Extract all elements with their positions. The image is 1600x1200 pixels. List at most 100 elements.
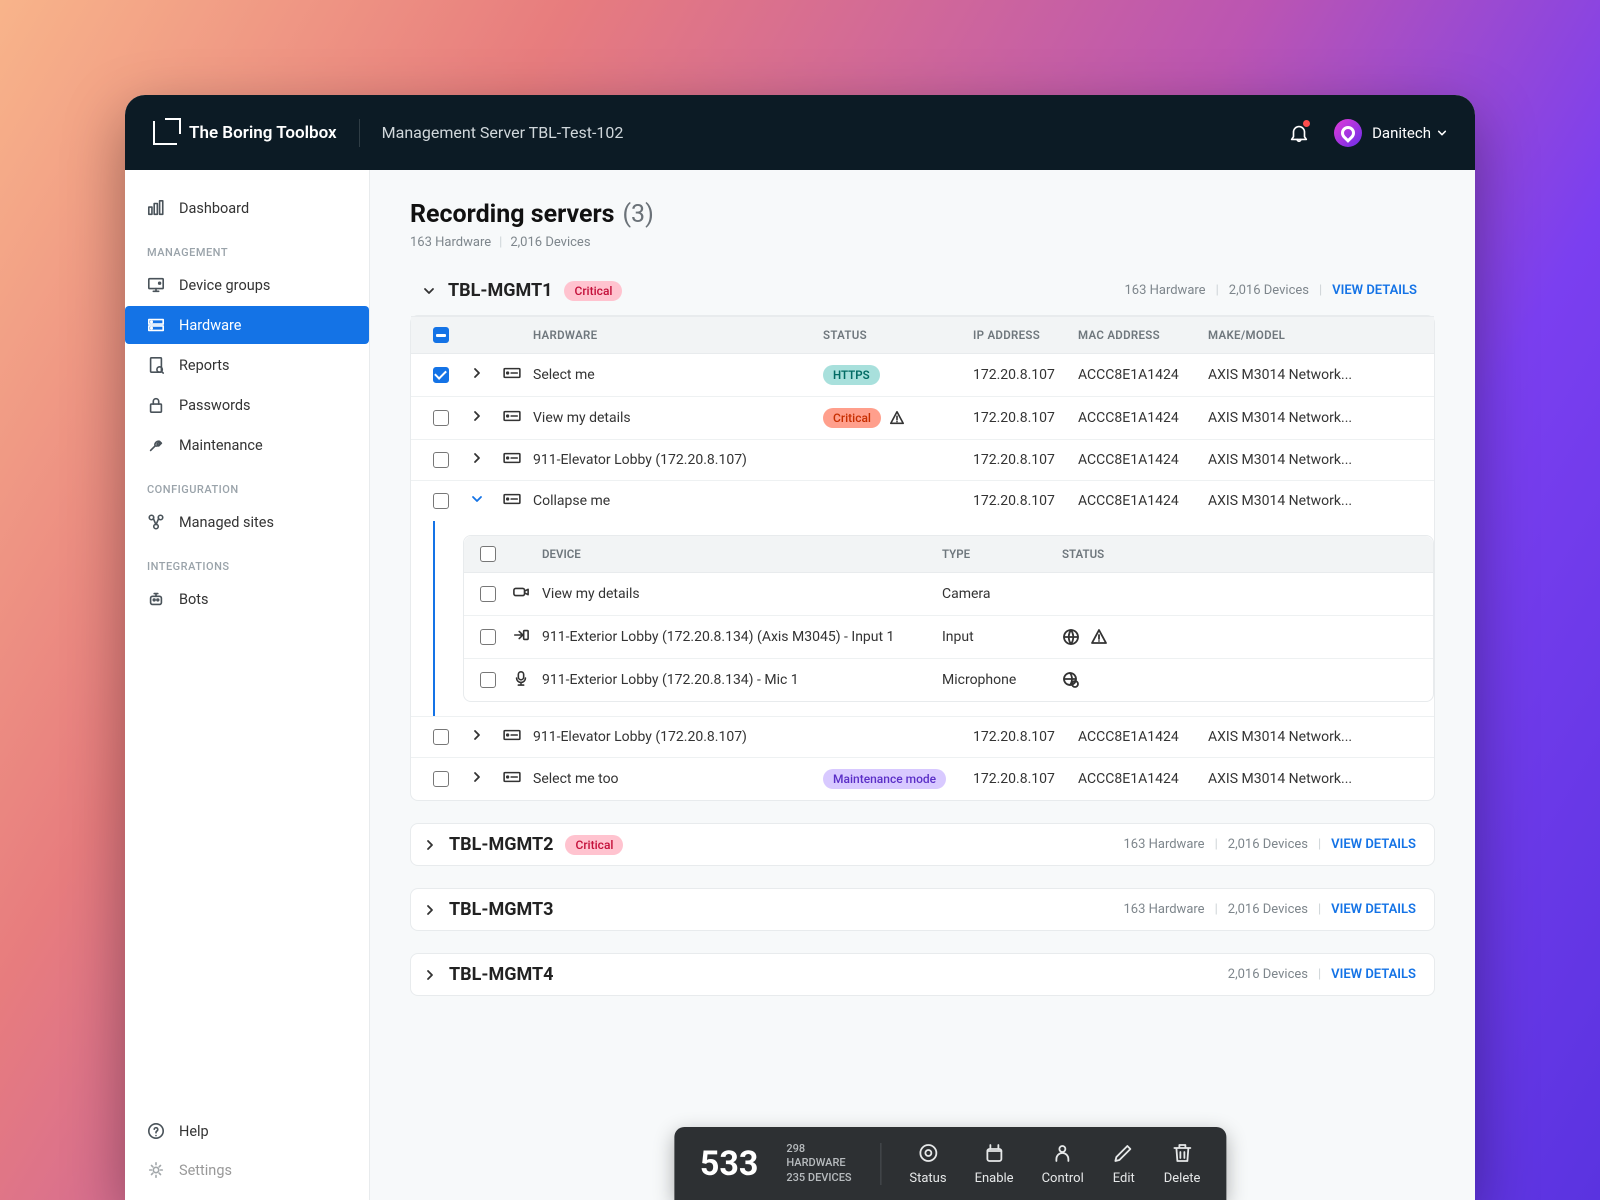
sidebar-item-device-groups[interactable]: Device groups — [125, 266, 369, 304]
view-details-link[interactable]: VIEW DETAILS — [1332, 283, 1417, 298]
gear-icon — [147, 1161, 165, 1179]
user-name[interactable]: Danitech — [1372, 124, 1431, 142]
hw-name: Select me — [533, 367, 823, 383]
hw-name: Select me too — [533, 771, 823, 787]
row-checkbox[interactable] — [433, 452, 449, 468]
row-checkbox[interactable] — [433, 729, 449, 745]
sidebar-item-hardware[interactable]: Hardware — [125, 306, 369, 344]
sub-table-row[interactable]: 911-Exterior Lobby (172.20.8.134) (Axis … — [464, 616, 1433, 659]
chevron-down-icon[interactable] — [1437, 128, 1447, 138]
table-row[interactable]: View my details Critical 172.20.8.107 AC… — [411, 397, 1434, 440]
delete-button[interactable]: Delete — [1164, 1141, 1201, 1186]
col-type: TYPE — [942, 547, 1062, 561]
hw-name: Collapse me — [533, 493, 823, 509]
view-details-link[interactable]: VIEW DETAILS — [1331, 967, 1416, 982]
mac: ACCC8E1A1424 — [1078, 367, 1208, 383]
chevron-right-icon[interactable] — [423, 838, 437, 852]
input-icon — [512, 627, 530, 643]
server-header[interactable]: TBL-MGMT2 Critical 163 Hardware| 2,016 D… — [411, 824, 1434, 865]
row-checkbox[interactable] — [433, 367, 449, 383]
sidebar-item-reports[interactable]: Reports — [125, 346, 369, 384]
table-row[interactable]: 911-Elevator Lobby (172.20.8.107) 172.20… — [411, 440, 1434, 481]
table-row[interactable]: Select me too Maintenance mode 172.20.8.… — [411, 758, 1434, 800]
server-header: TBL-MGMT1 Critical 163 Hardware| 2,016 D… — [410, 280, 1435, 315]
notification-dot-icon — [1303, 120, 1310, 127]
btn-label: Control — [1042, 1171, 1084, 1186]
server-dev: 2,016 Devices — [1228, 967, 1308, 982]
server-card: HARDWARE STATUS IP ADDRESS MAC ADDRESS M… — [410, 315, 1435, 801]
row-checkbox[interactable] — [480, 672, 496, 688]
row-checkbox[interactable] — [480, 629, 496, 645]
drive-icon — [503, 492, 521, 506]
row-checkbox[interactable] — [433, 493, 449, 509]
sidebar-item-passwords[interactable]: Passwords — [125, 386, 369, 424]
chevron-down-icon[interactable] — [422, 284, 436, 298]
sidebar-label: Bots — [179, 591, 209, 608]
btn-label: Delete — [1164, 1171, 1201, 1186]
col-status: STATUS — [823, 328, 973, 342]
chevron-right-icon[interactable] — [423, 903, 437, 917]
server-dev: 2,016 Devices — [1228, 837, 1308, 852]
chevron-right-icon[interactable] — [471, 410, 483, 422]
sidebar-item-dashboard[interactable]: Dashboard — [125, 189, 369, 227]
sidebar-item-managed-sites[interactable]: Managed sites — [125, 503, 369, 541]
sub-table-row[interactable]: 911-Exterior Lobby (172.20.8.134) - Mic … — [464, 659, 1433, 701]
help-icon — [147, 1122, 165, 1140]
app-header: The Boring Toolbox Management Server TBL… — [125, 95, 1475, 170]
server-hw: 163 Hardware — [1123, 902, 1204, 917]
ip: 172.20.8.107 — [973, 367, 1078, 383]
logo-icon — [153, 121, 177, 145]
sidebar-item-bots[interactable]: Bots — [125, 580, 369, 618]
row-checkbox[interactable] — [433, 771, 449, 787]
sub-select-all-checkbox[interactable] — [480, 546, 496, 562]
globe-icon — [1062, 628, 1080, 646]
server-name: TBL-MGMT1 — [448, 280, 552, 301]
table-row[interactable]: Collapse me 172.20.8.107 ACCC8E1A1424 AX… — [411, 481, 1434, 521]
sidebar-item-settings[interactable]: Settings — [125, 1151, 369, 1189]
sidebar: Dashboard MANAGEMENT Device groups Hardw… — [125, 170, 370, 1200]
status-badge: Critical — [564, 281, 622, 301]
chevron-right-icon[interactable] — [471, 367, 483, 379]
row-checkbox[interactable] — [480, 586, 496, 602]
sidebar-label: Maintenance — [179, 437, 263, 454]
status-button[interactable]: Status — [909, 1141, 946, 1186]
select-all-checkbox[interactable] — [433, 327, 449, 343]
server-header[interactable]: TBL-MGMT3 163 Hardware| 2,016 Devices| V… — [411, 889, 1434, 930]
server-card: TBL-MGMT3 163 Hardware| 2,016 Devices| V… — [410, 888, 1435, 931]
chevron-right-icon[interactable] — [423, 968, 437, 982]
chevron-right-icon[interactable] — [471, 771, 483, 783]
sidebar-label: Managed sites — [179, 514, 274, 531]
table-row[interactable]: Select me HTTPS 172.20.8.107 ACCC8E1A142… — [411, 354, 1434, 397]
server-name: TBL-MGMT4 — [449, 964, 553, 985]
enable-button[interactable]: Enable — [975, 1141, 1014, 1186]
btn-label: Status — [909, 1171, 946, 1186]
brand-block: The Boring Toolbox — [153, 121, 337, 145]
chevron-right-icon[interactable] — [471, 729, 483, 741]
control-button[interactable]: Control — [1042, 1141, 1084, 1186]
app-body: Dashboard MANAGEMENT Device groups Hardw… — [125, 170, 1475, 1200]
sub-table-row[interactable]: View my details Camera — [464, 573, 1433, 616]
notifications-button[interactable] — [1288, 122, 1310, 144]
mac: ACCC8E1A1424 — [1078, 771, 1208, 787]
server-hw: 163 Hardware — [1123, 837, 1204, 852]
mac: ACCC8E1A1424 — [1078, 410, 1208, 426]
warning-icon — [889, 410, 905, 426]
server-header[interactable]: TBL-MGMT4 2,016 Devices| VIEW DETAILS — [411, 954, 1434, 995]
user-avatar[interactable] — [1334, 119, 1362, 147]
edit-button[interactable]: Edit — [1112, 1141, 1136, 1186]
table-row[interactable]: 911-Elevator Lobby (172.20.8.107) 172.20… — [411, 716, 1434, 758]
view-details-link[interactable]: VIEW DETAILS — [1331, 837, 1416, 852]
server-card: TBL-MGMT4 2,016 Devices| VIEW DETAILS — [410, 953, 1435, 996]
view-details-link[interactable]: VIEW DETAILS — [1331, 902, 1416, 917]
sidebar-item-maintenance[interactable]: Maintenance — [125, 426, 369, 464]
chevron-down-icon[interactable] — [471, 493, 483, 505]
server-name: TBL-MGMT2 — [449, 834, 553, 855]
globe-gear-icon — [1062, 671, 1080, 689]
device-name: 911-Exterior Lobby (172.20.8.134) (Axis … — [542, 629, 942, 645]
model: AXIS M3014 Network... — [1208, 729, 1434, 745]
chevron-right-icon[interactable] — [471, 452, 483, 464]
lock-icon — [147, 396, 165, 414]
sidebar-item-help[interactable]: Help — [125, 1112, 369, 1150]
device-type: Input — [942, 629, 1062, 645]
row-checkbox[interactable] — [433, 410, 449, 426]
